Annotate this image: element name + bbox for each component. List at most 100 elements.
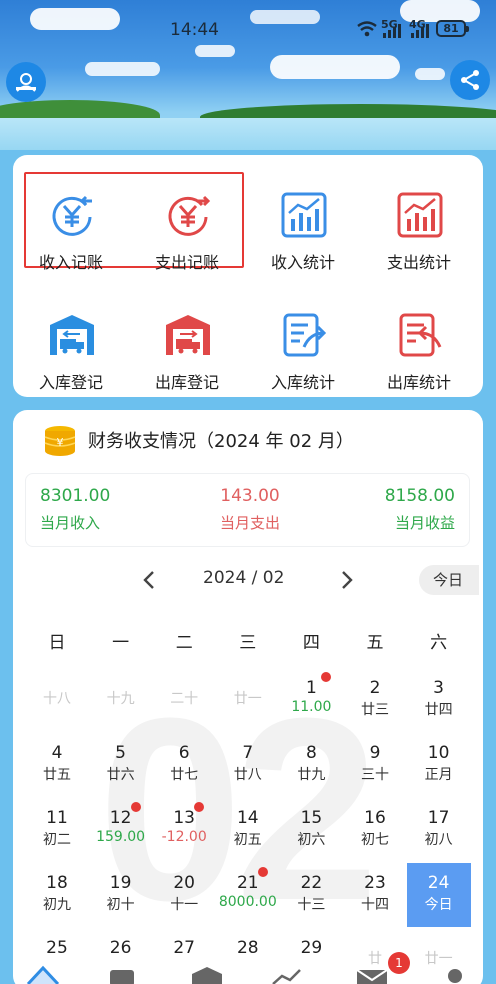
weekday-label: 五 [366, 633, 384, 653]
day-number: 28 [236, 938, 259, 958]
day-number: 9 [369, 743, 381, 763]
outbound-warehouse-icon [166, 315, 210, 355]
record-indicator-dot [257, 867, 268, 877]
weekday-label: 日 [48, 633, 66, 653]
calendar-day[interactable]: 7 廿八 [216, 733, 280, 797]
signal-icon [411, 24, 429, 38]
today-button[interactable]: 今日 [419, 565, 479, 595]
lunar-date: 十九 [106, 691, 135, 707]
calendar-day[interactable]: 17 初八 [407, 798, 471, 862]
day-number: 22 [300, 873, 323, 893]
cloud [85, 62, 160, 76]
calendar-day[interactable]: 8 廿九 [279, 733, 343, 797]
lunar-date: 今日 [424, 897, 453, 913]
lunar-date: 初九 [43, 897, 71, 913]
day-number: 16 [364, 808, 386, 828]
menu-label: 收入统计 [270, 253, 335, 272]
calendar-day[interactable]: 16 初七 [343, 798, 407, 862]
chevron-right-icon[interactable] [339, 570, 355, 590]
profit-label: 当月收益 [394, 514, 455, 532]
finance-card: ¥ 财务收支情况（2024 年 02 月） 8301.00 当月收入 143.0… [13, 410, 483, 984]
day-number: 13 [173, 808, 195, 828]
calendar-day[interactable]: 1 11.00 [279, 668, 343, 732]
outbound-stats-button[interactable]: 出库统计 [361, 293, 477, 403]
month-label: 2024 / 02 [203, 568, 285, 588]
income-stats-button[interactable]: 收入统计 [245, 173, 361, 283]
share-icon [461, 70, 479, 90]
lunar-date: 二十 [170, 691, 199, 707]
menu-label: 收入记账 [38, 253, 103, 272]
lunar-date: 初五 [233, 832, 262, 848]
calendar-day[interactable]: 10 正月 [407, 733, 471, 797]
chevron-left-icon[interactable] [141, 570, 157, 590]
expense-stats-button[interactable]: 支出统计 [361, 173, 477, 283]
document-icon[interactable] [108, 964, 138, 984]
menu-label: 入库统计 [270, 373, 335, 392]
calendar-day[interactable]: 二十 [152, 668, 216, 732]
status-time: 14:44 [170, 20, 219, 40]
lunar-date: 初二 [43, 832, 71, 848]
expense-summary: 143.00 当月支出 [216, 486, 284, 533]
profile-icon[interactable] [444, 964, 466, 984]
day-amount: 8000.00 [218, 894, 277, 910]
lunar-date: 三十 [361, 767, 389, 783]
calendar-day[interactable]: 廿一 [216, 668, 280, 732]
avatar-button[interactable] [6, 62, 46, 102]
day-amount: 11.00 [291, 699, 332, 715]
calendar-day[interactable]: 20 十一 [152, 863, 216, 927]
expense-value: 143.00 [220, 486, 280, 506]
cloud [270, 55, 400, 79]
menu-label: 出库登记 [154, 373, 219, 392]
calendar-day[interactable]: 15 初六 [279, 798, 343, 862]
calendar-day[interactable]: 2 廿三 [343, 668, 407, 732]
expense-yen-icon [168, 195, 211, 236]
calendar-day[interactable]: 十九 [89, 668, 153, 732]
lunar-date: 初六 [297, 832, 326, 848]
profit-value: 8158.00 [384, 486, 455, 506]
share-button[interactable] [450, 60, 490, 100]
month-navigation: 2024 / 02 今日 [13, 565, 483, 595]
calendar-day[interactable]: 22 十三 [279, 863, 343, 927]
calendar-day[interactable]: 11 初二 [25, 798, 89, 862]
menu-label: 出库统计 [386, 373, 451, 392]
lake [0, 118, 496, 150]
home-icon[interactable] [26, 964, 60, 984]
expense-entry-button[interactable]: 支出记账 [129, 173, 245, 283]
inbound-stats-icon [283, 313, 327, 357]
day-number: 25 [46, 938, 68, 958]
calendar-day[interactable]: 18 初九 [25, 863, 89, 927]
lunar-date: 初八 [424, 832, 453, 848]
lunar-date: 廿三 [361, 702, 389, 718]
monthly-summary: 8301.00 当月收入 143.00 当月支出 8158.00 当月收益 [25, 473, 470, 547]
calendar-day[interactable]: 6 廿七 [152, 733, 216, 797]
mail-icon[interactable] [355, 964, 389, 984]
calendar-day[interactable]: 14 初五 [216, 798, 280, 862]
calendar-day[interactable]: 十八 [25, 668, 89, 732]
inbound-stats-button[interactable]: 入库统计 [245, 293, 361, 403]
chart-icon[interactable] [270, 964, 304, 984]
income-value: 8301.00 [40, 486, 111, 506]
user-icon [16, 73, 36, 92]
day-number: 5 [115, 743, 126, 763]
inbound-register-button[interactable]: 入库登记 [13, 293, 129, 403]
box-icon[interactable] [190, 964, 224, 984]
calendar-day[interactable]: 5 廿六 [89, 733, 153, 797]
outbound-register-button[interactable]: 出库登记 [129, 293, 245, 403]
calendar-day[interactable]: 21 8000.00 [216, 863, 280, 927]
lunar-date: 初十 [106, 897, 135, 913]
expense-chart-icon [397, 192, 443, 238]
calendar-day[interactable]: 9 三十 [343, 733, 407, 797]
income-entry-button[interactable]: 收入记账 [13, 173, 129, 283]
calendar-day[interactable]: 12 159.00 [89, 798, 153, 862]
calendar-day[interactable]: 23 十四 [343, 863, 407, 927]
day-number: 21 [236, 873, 259, 893]
calendar-day[interactable]: 13 -12.00 [152, 798, 216, 862]
record-indicator-dot [130, 802, 141, 812]
day-number: 7 [242, 743, 254, 763]
day-number: 19 [109, 873, 132, 893]
calendar-day[interactable]: 3 廿四 [407, 668, 471, 732]
coins-icon: ¥ [44, 426, 76, 456]
calendar-day-today[interactable]: 24 今日 [406, 863, 471, 927]
calendar-day[interactable]: 19 初十 [89, 863, 153, 927]
calendar-day[interactable]: 4 廿五 [25, 733, 89, 797]
